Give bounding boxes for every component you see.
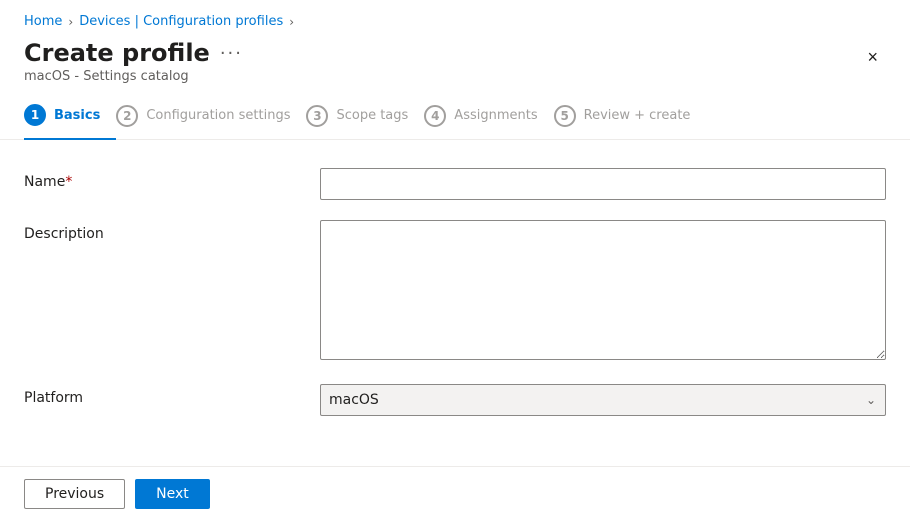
previous-button[interactable]: Previous xyxy=(24,479,125,509)
step-1-circle: 1 xyxy=(24,104,46,126)
description-field-wrap xyxy=(320,220,886,364)
name-label: Name* xyxy=(24,168,304,190)
step-5-label: Review + create xyxy=(584,108,691,123)
description-input[interactable] xyxy=(320,220,886,360)
form-area: Name* Description Platform macOS ⌄ xyxy=(0,140,910,456)
description-row: Description xyxy=(24,220,886,364)
footer: Previous Next xyxy=(0,466,910,521)
title-text: Create profile xyxy=(24,39,210,67)
step-3-label: Scope tags xyxy=(336,108,408,123)
page-header: Create profile ··· macOS - Settings cata… xyxy=(0,35,910,84)
platform-select-wrap: macOS ⌄ xyxy=(320,384,886,416)
description-label: Description xyxy=(24,220,304,242)
step-2-circle: 2 xyxy=(116,105,138,127)
name-input[interactable] xyxy=(320,168,886,200)
next-button[interactable]: Next xyxy=(135,479,210,509)
name-row: Name* xyxy=(24,168,886,200)
page-title: Create profile ··· xyxy=(24,39,243,67)
step-configuration[interactable]: 2 Configuration settings xyxy=(116,105,306,139)
header-left: Create profile ··· macOS - Settings cata… xyxy=(24,39,243,84)
step-scope-tags[interactable]: 3 Scope tags xyxy=(306,105,424,139)
platform-row: Platform macOS ⌄ xyxy=(24,384,886,416)
breadcrumb-home[interactable]: Home xyxy=(24,14,62,29)
platform-field-wrap: macOS ⌄ xyxy=(320,384,886,416)
step-basics[interactable]: 1 Basics xyxy=(24,104,116,140)
breadcrumb: Home › Devices | Configuration profiles … xyxy=(0,0,910,35)
more-options-icon[interactable]: ··· xyxy=(220,43,243,64)
step-2-label: Configuration settings xyxy=(146,108,290,123)
breadcrumb-devices[interactable]: Devices | Configuration profiles xyxy=(79,14,283,29)
step-1-label: Basics xyxy=(54,108,100,123)
platform-select[interactable]: macOS xyxy=(320,384,886,416)
breadcrumb-sep-1: › xyxy=(68,15,73,29)
page-subtitle: macOS - Settings catalog xyxy=(24,69,243,84)
step-assignments[interactable]: 4 Assignments xyxy=(424,105,553,139)
name-field-wrap xyxy=(320,168,886,200)
platform-label: Platform xyxy=(24,384,304,406)
step-3-circle: 3 xyxy=(306,105,328,127)
close-button[interactable]: × xyxy=(859,43,886,72)
step-5-circle: 5 xyxy=(554,105,576,127)
name-required: * xyxy=(65,174,72,190)
breadcrumb-sep-2: › xyxy=(289,15,294,29)
step-4-label: Assignments xyxy=(454,108,537,123)
step-review-create[interactable]: 5 Review + create xyxy=(554,105,707,139)
step-4-circle: 4 xyxy=(424,105,446,127)
steps-bar: 1 Basics 2 Configuration settings 3 Scop… xyxy=(0,84,910,140)
